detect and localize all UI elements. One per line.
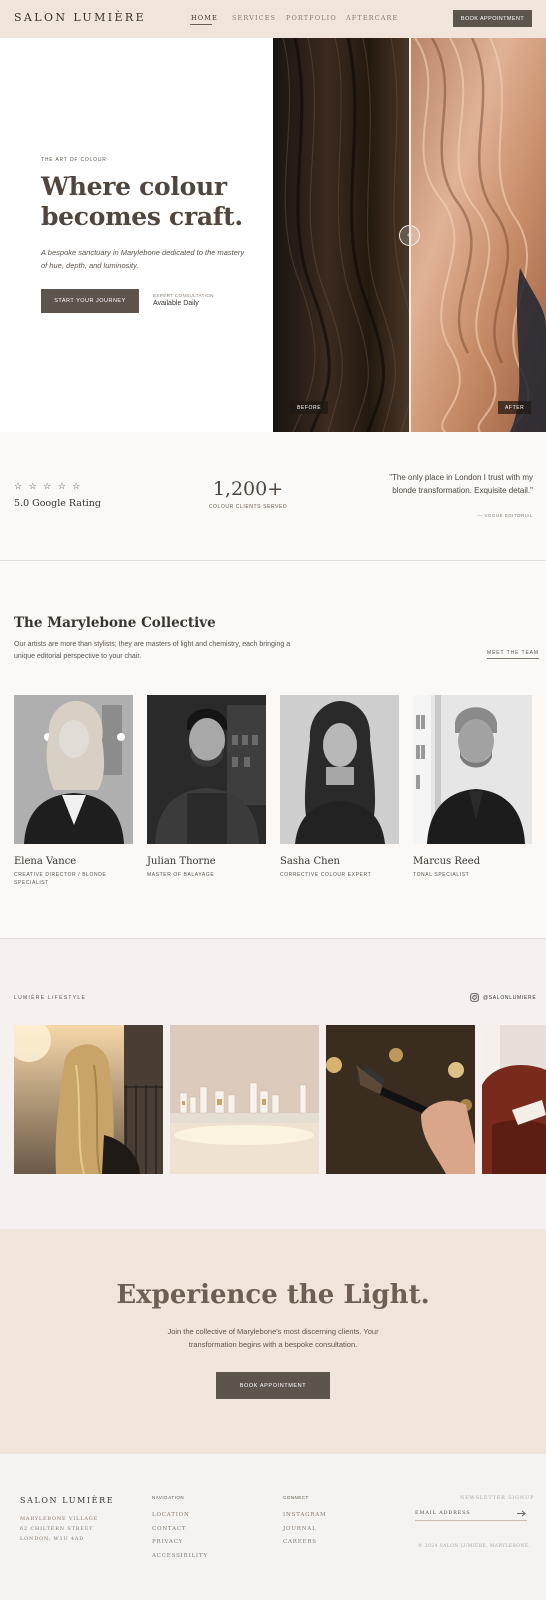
cta-book-button[interactable]: BOOK APPOINTMENT [216,1372,330,1399]
lifestyle-label: LUMIÈRE LIFESTYLE [14,995,87,1001]
hero-title: Where colour becomes craft. [41,172,243,231]
hero-eyebrow: THE ART OF COLOUR [41,157,107,163]
address-line: MARYLEBONE VILLAGE [20,1516,98,1522]
lifestyle-photo-lounge[interactable] [482,1025,546,1174]
site-header: SALON LUMIÈRE HOME SERVICES PORTFOLIO AF… [0,0,546,38]
lifestyle-photo-products[interactable] [170,1025,319,1174]
cta-title: Experience the Light. [116,1280,430,1310]
instagram-icon [470,993,479,1002]
member-role: CREATIVE DIRECTOR / BLONDE SPECIALIST [14,872,107,886]
copyright: © 2024 SALON LUMIÈRE. MARYLEBONE. [418,1544,531,1549]
lifestyle-photo-street[interactable] [14,1025,163,1174]
hero-after-image [410,38,546,432]
comparison-slider-handle[interactable]: ‹› [399,225,420,246]
nav-portfolio[interactable]: PORTFOLIO [286,14,337,22]
consult-value: Available Daily [153,300,199,307]
footer-link-privacy[interactable]: PRIVACY [152,1539,183,1545]
hero-subtitle: A bespoke sanctuary in Marylebone dedica… [41,248,245,270]
email-submit-button[interactable] [515,1507,527,1519]
star-rating-icon: ☆ ☆ ☆ ☆ ☆ [14,481,83,491]
address-line: 62 CHILTERN STREET [20,1526,94,1532]
start-journey-button[interactable]: START YOUR JOURNEY [41,289,139,313]
member-role: MASTER OF BALAYAGE [147,872,215,878]
lifestyle-photo-brush[interactable] [326,1025,475,1174]
before-label: BEFORE [290,401,329,414]
header-book-button[interactable]: BOOK APPOINTMENT [453,10,532,27]
meet-team-link[interactable]: MEET THE TEAM [487,650,539,659]
testimonial-quote: "The only place in London I trust with m… [389,473,533,495]
member-photo-elena[interactable] [14,695,133,844]
nav-aftercare[interactable]: AFTERCARE [346,14,398,22]
footer-link-location[interactable]: LOCATION [152,1512,190,1518]
member-role: TONAL SPECIALIST [413,872,470,878]
footer-link-contact[interactable]: CONTACT [152,1526,186,1532]
instagram-link[interactable]: @SALONLUMIERE [470,993,536,1002]
member-name[interactable]: Julian Thorne [147,856,216,867]
member-name[interactable]: Marcus Reed [413,856,480,867]
member-name[interactable]: Elena Vance [14,856,76,867]
hero-before-image [273,38,410,432]
member-role: CORRECTIVE COLOUR EXPERT [280,872,372,878]
member-photo-julian[interactable] [147,695,266,844]
instagram-handle: @SALONLUMIERE [483,994,537,1001]
team-title: The Marylebone Collective [14,615,216,631]
clients-count: 1,200+ [212,478,284,500]
footer-link-accessibility[interactable]: ACCESSIBILITY [152,1553,208,1559]
member-photo-sasha[interactable] [280,695,399,844]
after-label: AFTER [498,401,532,414]
testimonial-source: — VOGUE EDITORIAL [477,513,533,518]
cta-text: Join the collective of Marylebone's most… [167,1327,379,1349]
email-field[interactable] [415,1505,527,1521]
team-description: Our artists are more than stylists; they… [14,641,291,660]
member-photo-marcus[interactable] [413,695,532,844]
nav-services[interactable]: SERVICES [232,14,276,22]
footer-link-careers[interactable]: CAREERS [283,1539,317,1545]
logo[interactable]: SALON LUMIÈRE [14,11,146,24]
connect-title: CONNECT [283,1495,309,1500]
footer-link-journal[interactable]: JOURNAL [283,1526,317,1532]
consult-label: EXPERT CONSULTATION [153,293,214,298]
address-line: LONDON, W1U 4AD [20,1536,85,1542]
newsletter-title: NEWSLETTER SIGNUP [460,1495,535,1501]
footer-link-instagram[interactable]: INSTAGRAM [283,1512,326,1518]
member-name[interactable]: Sasha Chen [280,856,340,867]
nav-home[interactable]: HOME [191,14,218,22]
navigation-title: NAVIGATION [152,1495,185,1500]
clients-label: COLOUR CLIENTS SERVED [208,504,288,510]
footer-logo[interactable]: SALON LUMIÈRE [20,1496,114,1505]
google-rating: 5.0 Google Rating [14,498,102,509]
hero-text-panel [0,38,273,432]
arrow-right-icon [516,1509,526,1517]
drag-arrows-icon: ‹› [407,232,412,239]
nav-active-underline [190,24,212,25]
